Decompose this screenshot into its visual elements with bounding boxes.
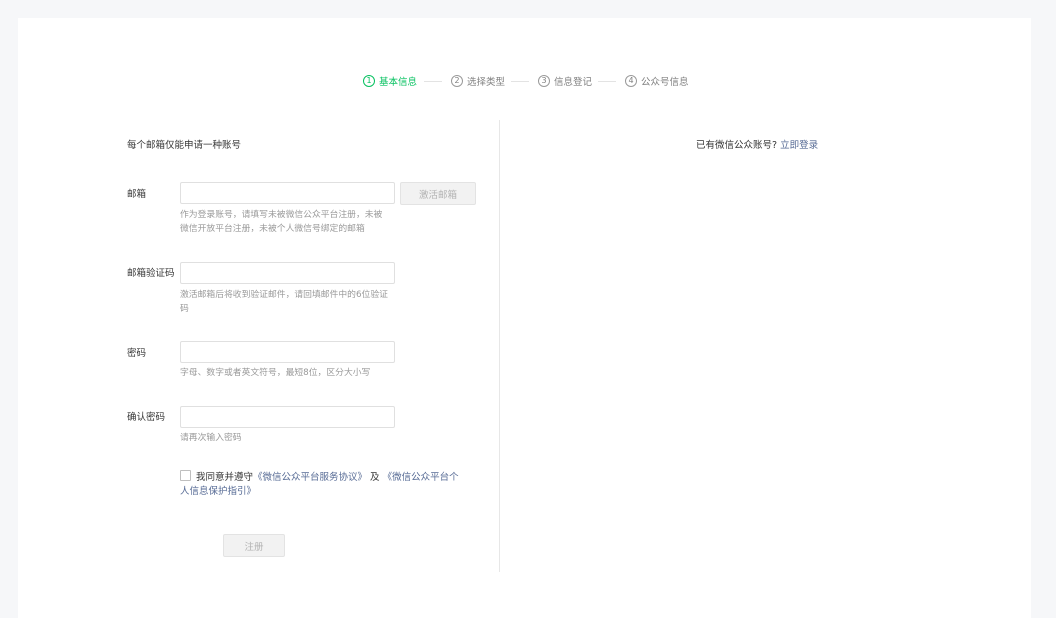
- step-number-1: 1: [363, 75, 375, 87]
- agreement-prefix: 我同意并遵守: [196, 472, 254, 483]
- step-separator: [511, 81, 529, 82]
- step-basic-info: 1 基本信息: [363, 74, 417, 88]
- agreement-conjunction: 及: [367, 472, 383, 483]
- step-separator: [424, 81, 442, 82]
- password-input[interactable]: [180, 341, 395, 363]
- agreement-checkbox[interactable]: [180, 470, 191, 481]
- password-hint: 字母、数字或者英文符号，最短8位，区分大小写: [180, 368, 371, 378]
- email-label: 邮箱: [127, 189, 147, 200]
- agreement: 我同意并遵守《微信公众平台服务协议》 及 《微信公众平台个人信息保护指引》: [180, 470, 465, 499]
- step-label: 信息登记: [554, 77, 593, 88]
- step-account-info: 4 公众号信息: [625, 74, 689, 88]
- step-separator: [598, 81, 616, 82]
- step-info-register: 3 信息登记: [538, 74, 592, 88]
- step-label: 选择类型: [467, 77, 506, 88]
- email-input[interactable]: [180, 182, 395, 204]
- email-hint: 作为登录账号，请填写未被微信公众平台注册，未被微信开放平台注册，未被个人微信号绑…: [180, 210, 383, 234]
- step-number-2: 2: [451, 75, 463, 87]
- registration-card: 1 基本信息 2 选择类型 3 信息登记 4 公众号信息 每个邮箱仅能申请一种账…: [18, 18, 1031, 618]
- email-notice: 每个邮箱仅能申请一种账号: [127, 140, 242, 151]
- login-link[interactable]: 立即登录: [780, 140, 818, 151]
- confirm-password-input[interactable]: [180, 406, 395, 428]
- confirm-password-hint: 请再次输入密码: [180, 433, 242, 443]
- login-prompt: 已有微信公众账号? 立即登录: [696, 137, 818, 151]
- step-number-3: 3: [538, 75, 550, 87]
- step-label: 公众号信息: [641, 77, 689, 88]
- verification-code-hint: 激活邮箱后将收到验证邮件，请回填邮件中的6位验证码: [180, 290, 388, 314]
- step-label: 基本信息: [379, 77, 418, 88]
- password-label: 密码: [127, 348, 147, 359]
- column-divider: [499, 120, 500, 572]
- step-number-4: 4: [625, 75, 637, 87]
- step-indicator: 1 基本信息 2 选择类型 3 信息登记 4 公众号信息: [18, 18, 1031, 108]
- verification-code-input[interactable]: [180, 262, 395, 284]
- activate-email-button[interactable]: 激活邮箱: [400, 182, 476, 205]
- verification-code-label: 邮箱验证码: [127, 268, 175, 279]
- login-prompt-text: 已有微信公众账号?: [696, 140, 778, 151]
- step-select-type: 2 选择类型: [451, 74, 505, 88]
- service-agreement-link[interactable]: 《微信公众平台服务协议》: [253, 472, 367, 483]
- confirm-password-label: 确认密码: [127, 412, 166, 423]
- register-button[interactable]: 注册: [223, 534, 285, 557]
